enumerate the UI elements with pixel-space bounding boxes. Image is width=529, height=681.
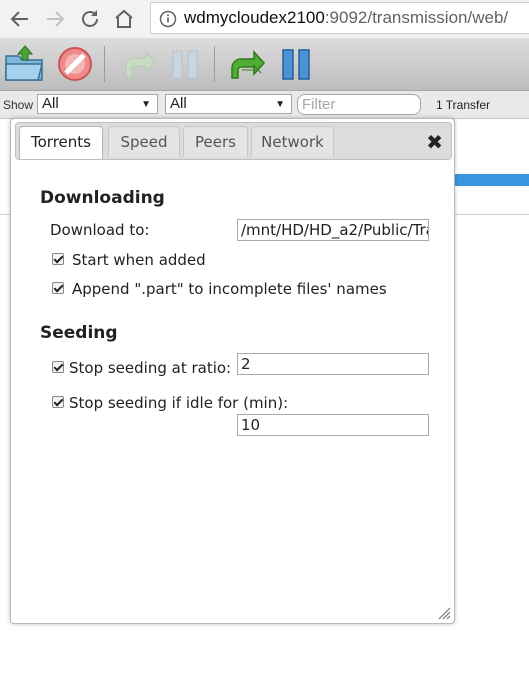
stop-idle-label: Stop seeding if idle for (min): bbox=[69, 394, 289, 412]
pause-all-icon[interactable] bbox=[276, 42, 320, 86]
remove-torrent-icon[interactable] bbox=[53, 42, 97, 86]
append-part-row[interactable]: Append ".part" to incomplete files' name… bbox=[52, 280, 432, 299]
tab-torrents[interactable]: Torrents bbox=[19, 126, 103, 159]
dropdown-arrow-icon: ▼ bbox=[141, 99, 151, 110]
tracker-filter-value: All bbox=[170, 95, 187, 112]
url-host: wdmycloudex2100 bbox=[184, 8, 325, 27]
append-part-label: Append ".part" to incomplete files' name… bbox=[72, 280, 387, 298]
stop-ratio-checkbox[interactable] bbox=[52, 361, 64, 373]
start-when-added-row[interactable]: Start when added bbox=[52, 251, 432, 270]
section-title-downloading: Downloading bbox=[40, 188, 165, 208]
stop-idle-row[interactable]: Stop seeding if idle for (min): bbox=[52, 394, 432, 413]
torrent-progress-bar bbox=[455, 174, 529, 186]
stop-idle-input[interactable]: 10 bbox=[237, 414, 429, 436]
forward-icon[interactable] bbox=[43, 7, 67, 31]
filter-placeholder: Filter bbox=[302, 96, 336, 113]
state-filter-value: All bbox=[42, 95, 59, 112]
start-when-added-checkbox[interactable] bbox=[52, 253, 64, 265]
tracker-filter-select[interactable]: All ▼ bbox=[165, 94, 292, 114]
resume-icon[interactable] bbox=[116, 42, 160, 86]
download-dir-input[interactable]: /mnt/HD/HD_a2/Public/Tran bbox=[237, 219, 429, 241]
resume-all-icon[interactable] bbox=[226, 42, 270, 86]
address-bar[interactable]: wdmycloudex2100:9092/transmission/web/ bbox=[150, 2, 529, 34]
tab-peers[interactable]: Peers bbox=[183, 126, 248, 157]
stop-idle-checkbox[interactable] bbox=[52, 396, 64, 408]
open-torrent-icon[interactable] bbox=[3, 42, 47, 86]
pause-icon[interactable] bbox=[163, 42, 207, 86]
url-path: :9092/transmission/web/ bbox=[324, 8, 509, 27]
transfer-count: 1 Transfer bbox=[436, 98, 491, 112]
toolbar-separator bbox=[214, 46, 215, 82]
tab-speed[interactable]: Speed bbox=[108, 126, 180, 157]
stop-ratio-row[interactable]: Stop seeding at ratio: bbox=[52, 359, 242, 378]
url-text: wdmycloudex2100:9092/transmission/web/ bbox=[184, 8, 508, 28]
tab-network[interactable]: Network bbox=[251, 126, 334, 157]
home-icon[interactable] bbox=[112, 7, 136, 31]
append-part-checkbox[interactable] bbox=[52, 282, 64, 294]
download-to-label: Download to: bbox=[50, 221, 150, 239]
state-filter-select[interactable]: All ▼ bbox=[37, 94, 158, 114]
info-icon[interactable] bbox=[159, 10, 177, 28]
filter-bar: Show All ▼ All ▼ Filter 1 Transfer bbox=[0, 91, 529, 119]
filter-input[interactable]: Filter bbox=[297, 94, 421, 115]
section-title-seeding: Seeding bbox=[40, 323, 118, 343]
stop-ratio-input[interactable]: 2 bbox=[237, 353, 429, 375]
start-when-added-label: Start when added bbox=[72, 251, 206, 269]
dropdown-arrow-icon: ▼ bbox=[275, 99, 285, 110]
preferences-dialog: Torrents Speed Peers Network ✖ Downloadi… bbox=[10, 118, 455, 624]
toolbar-separator bbox=[104, 46, 105, 82]
back-icon[interactable] bbox=[8, 7, 32, 31]
resize-grip-icon[interactable] bbox=[437, 606, 451, 620]
preferences-tabbar: Torrents Speed Peers Network ✖ bbox=[15, 122, 452, 160]
show-label: Show bbox=[3, 98, 34, 112]
close-icon[interactable]: ✖ bbox=[426, 130, 443, 154]
reload-icon[interactable] bbox=[78, 7, 102, 31]
stop-ratio-label: Stop seeding at ratio: bbox=[69, 359, 232, 377]
transmission-toolbar bbox=[0, 38, 529, 91]
browser-toolbar: wdmycloudex2100:9092/transmission/web/ bbox=[0, 0, 529, 39]
